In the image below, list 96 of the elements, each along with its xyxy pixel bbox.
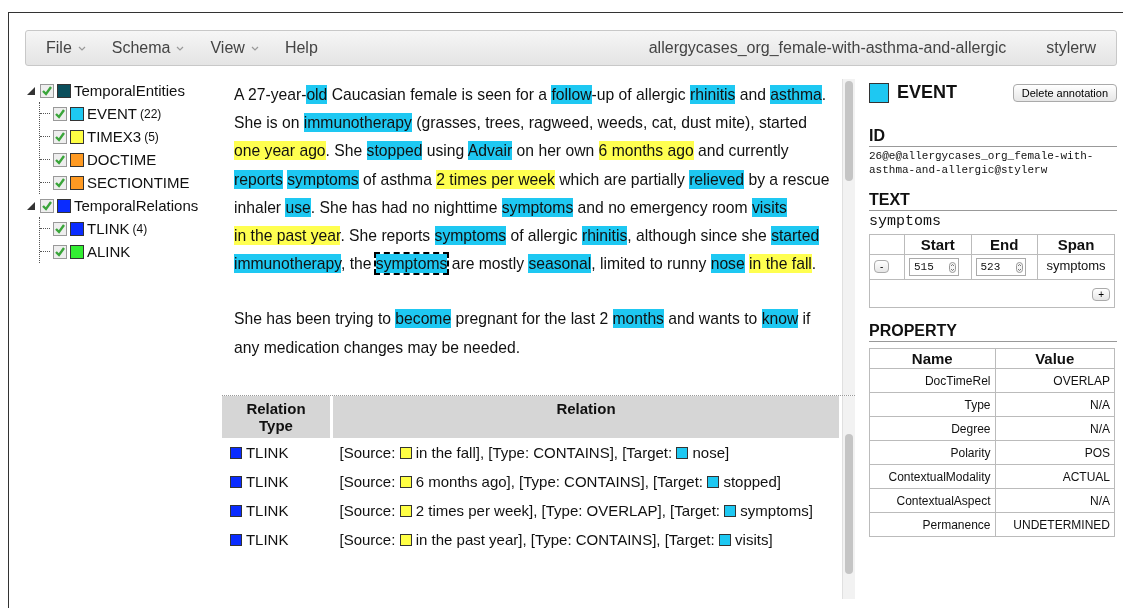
- column-header: End: [971, 234, 1038, 255]
- count-label: (5): [144, 129, 159, 144]
- event-annotation[interactable]: relieved: [689, 169, 745, 189]
- property-value: UNDETERMINED: [995, 512, 1115, 537]
- add-span-button[interactable]: +: [1092, 288, 1110, 301]
- column-header: Relation Type: [222, 396, 332, 438]
- relation-text: [Source: 6 months ago], [Type: CONTAINS], [Target: stopped]: [338, 472, 782, 492]
- menu-item[interactable]: File: [46, 39, 86, 57]
- property-name: Polarity: [869, 440, 996, 465]
- count-label: (4): [132, 221, 148, 236]
- relation-type: TLINK: [222, 467, 332, 496]
- timex-annotation[interactable]: 2 times per week: [436, 169, 555, 189]
- timex-annotation[interactable]: in the fall: [749, 254, 812, 274]
- checkbox[interactable]: [53, 244, 67, 259]
- tree-label[interactable]: TemporalRelations: [74, 197, 199, 214]
- property-name: ContextualModality: [869, 464, 996, 489]
- property-name: DocTimeRel: [869, 368, 996, 393]
- scrollbar[interactable]: [842, 79, 855, 395]
- tree-label[interactable]: ALINK: [87, 243, 131, 260]
- column-header: Span: [1037, 234, 1115, 255]
- end-field[interactable]: 523: [975, 258, 1026, 276]
- property-name: Permanence: [869, 512, 996, 537]
- property-name: Type: [869, 392, 996, 417]
- event-annotation[interactable]: visits: [752, 197, 787, 217]
- relation-type: TLINK: [222, 438, 332, 467]
- event-annotation[interactable]: old: [306, 85, 328, 104]
- property-name: Degree: [869, 416, 996, 441]
- timex-annotation[interactable]: 6 months ago: [598, 141, 694, 161]
- section-heading: TEXT: [869, 191, 1117, 211]
- annotation-text: symptoms: [869, 213, 942, 230]
- property-value: N/A: [995, 392, 1115, 417]
- event-annotation[interactable]: rhinitis: [581, 226, 628, 245]
- property-value: OVERLAP: [995, 368, 1115, 393]
- checkbox[interactable]: [53, 175, 67, 190]
- relation-type: TLINK: [222, 525, 332, 554]
- annotation-id: 26@e@allergycases_org_female-with-asthma-and-allergic@stylerw: [869, 149, 1095, 177]
- tree-label[interactable]: DOCTIME: [87, 151, 157, 168]
- relation-text: [Source: 2 times per week], [Type: OVERLAP], [Target: symptoms]: [338, 501, 814, 521]
- checkbox[interactable]: [53, 221, 67, 236]
- event-annotation[interactable]: immunotherapy: [303, 113, 412, 133]
- column-header: Value: [995, 348, 1115, 369]
- event-annotation[interactable]: symptoms: [287, 169, 359, 189]
- user-name: stylerw: [1046, 39, 1096, 57]
- tree-label[interactable]: TemporalEntities: [74, 82, 185, 99]
- delete-annotation-button[interactable]: Delete annotation: [1012, 83, 1117, 102]
- event-annotation[interactable]: Advair: [467, 141, 513, 161]
- property-value: N/A: [995, 488, 1115, 513]
- span-text: symptoms: [1037, 254, 1115, 280]
- tree-label[interactable]: SECTIONTIME: [87, 174, 190, 191]
- event-annotation[interactable]: stopped: [366, 141, 423, 161]
- tree-label[interactable]: TIMEX3: [87, 128, 142, 145]
- event-annotation[interactable]: symptoms: [501, 197, 574, 217]
- property-value: ACTUAL: [995, 464, 1115, 489]
- column-header: Start: [904, 234, 971, 255]
- document-name: allergycases_org_female-with-asthma-and-allergic: [648, 39, 1007, 57]
- menu-item[interactable]: Schema: [111, 39, 185, 57]
- relation-text: [Source: in the fall], [Type: CONTAINS], [Target: nose]: [331, 438, 841, 467]
- menu-item[interactable]: Help: [284, 39, 318, 57]
- checkbox[interactable]: [40, 83, 54, 98]
- spinner-icon[interactable]: [1015, 261, 1023, 273]
- menu-item[interactable]: View: [210, 39, 259, 57]
- timex-annotation[interactable]: one year ago: [234, 141, 326, 161]
- event-annotation[interactable]: reports: [234, 169, 283, 189]
- event-annotation[interactable]: use: [285, 197, 311, 217]
- event-annotation[interactable]: symptoms: [375, 254, 448, 274]
- tree-label[interactable]: TLINK: [87, 220, 130, 237]
- spinner-icon[interactable]: [949, 261, 956, 273]
- event-annotation[interactable]: become: [395, 309, 452, 329]
- scrollbar[interactable]: [842, 396, 855, 599]
- annotation-type: EVENT: [897, 82, 957, 103]
- event-annotation[interactable]: follow: [551, 85, 592, 104]
- event-annotation[interactable]: immunotherapy: [234, 254, 341, 274]
- column-header: Relation: [331, 396, 841, 438]
- property-value: POS: [995, 440, 1115, 465]
- relation-type: TLINK: [222, 496, 332, 525]
- tree-label[interactable]: EVENT: [87, 105, 137, 122]
- section-heading: PROPERTY: [869, 322, 1117, 342]
- relation-text: [Source: in the past year], [Type: CONTAINS], [Target: visits]: [338, 530, 774, 550]
- checkbox[interactable]: [53, 152, 67, 167]
- event-annotation[interactable]: nose: [710, 254, 745, 274]
- property-value: N/A: [995, 416, 1115, 441]
- column-header: Name: [869, 348, 996, 369]
- event-annotation[interactable]: rhinitis: [690, 85, 736, 104]
- count-label: (22): [140, 106, 162, 121]
- checkbox[interactable]: [53, 106, 67, 121]
- event-annotation[interactable]: started: [771, 226, 820, 245]
- event-annotation[interactable]: seasonal: [528, 254, 592, 274]
- checkbox[interactable]: [53, 129, 67, 144]
- event-annotation[interactable]: asthma: [770, 85, 822, 104]
- checkbox[interactable]: [40, 198, 54, 213]
- event-annotation[interactable]: months: [612, 309, 664, 329]
- remove-span-button[interactable]: -: [874, 260, 890, 273]
- event-annotation[interactable]: symptoms: [434, 226, 507, 245]
- section-heading: ID: [869, 127, 1117, 147]
- property-name: ContextualAspect: [869, 488, 996, 513]
- start-field[interactable]: 515: [909, 258, 959, 276]
